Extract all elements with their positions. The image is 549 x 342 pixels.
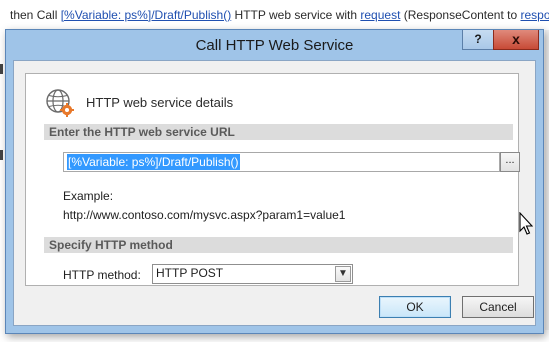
details-panel: HTTP web service details Enter the HTTP … <box>25 73 520 286</box>
workflow-request-link[interactable]: request <box>360 8 400 22</box>
mouse-cursor-icon <box>519 212 533 235</box>
workflow-mid-text: HTTP web service with <box>231 8 361 22</box>
background-edge <box>545 30 549 330</box>
dialog-client-area: HTTP web service details Enter the HTTP … <box>13 60 536 326</box>
background-edge-mark <box>0 150 3 160</box>
url-input-value: [%Variable: ps%]/Draft/Publish() <box>67 154 240 170</box>
http-method-label: HTTP method: <box>63 268 141 282</box>
panel-header: HTTP web service details <box>86 95 234 110</box>
http-method-dropdown[interactable]: HTTP POST ▼ <box>152 264 353 284</box>
workflow-response-link[interactable]: respon <box>520 8 549 22</box>
workflow-url-link[interactable]: [%Variable: ps%]/Draft/Publish() <box>61 8 232 22</box>
call-http-web-service-dialog: Call HTTP Web Service ? x HTTP web servi… <box>5 29 544 334</box>
url-builder-button[interactable]: ... <box>500 152 520 172</box>
url-section-header: Enter the HTTP web service URL <box>44 124 513 140</box>
cancel-button[interactable]: Cancel <box>462 296 534 318</box>
screen: then Call [%Variable: ps%]/Draft/Publish… <box>0 0 549 342</box>
ok-button[interactable]: OK <box>379 296 451 318</box>
url-input[interactable]: [%Variable: ps%]/Draft/Publish() <box>63 152 500 172</box>
method-section-header: Specify HTTP method <box>44 237 513 253</box>
http-method-value: HTTP POST <box>156 266 224 280</box>
dialog-title-bar[interactable]: Call HTTP Web Service ? x <box>6 30 543 60</box>
example-url: http://www.contoso.com/mysvc.aspx?param1… <box>63 208 346 222</box>
example-label: Example: <box>63 189 114 203</box>
web-service-globe-icon <box>46 89 74 117</box>
background-edge-mark <box>0 64 3 74</box>
chevron-down-icon[interactable]: ▼ <box>335 266 351 282</box>
help-button[interactable]: ? <box>462 30 494 50</box>
workflow-lead-text: then Call <box>10 8 61 22</box>
workflow-sentence: then Call [%Variable: ps%]/Draft/Publish… <box>0 0 549 30</box>
workflow-tail-text: (ResponseContent to <box>400 8 521 22</box>
close-button[interactable]: x <box>493 30 539 50</box>
